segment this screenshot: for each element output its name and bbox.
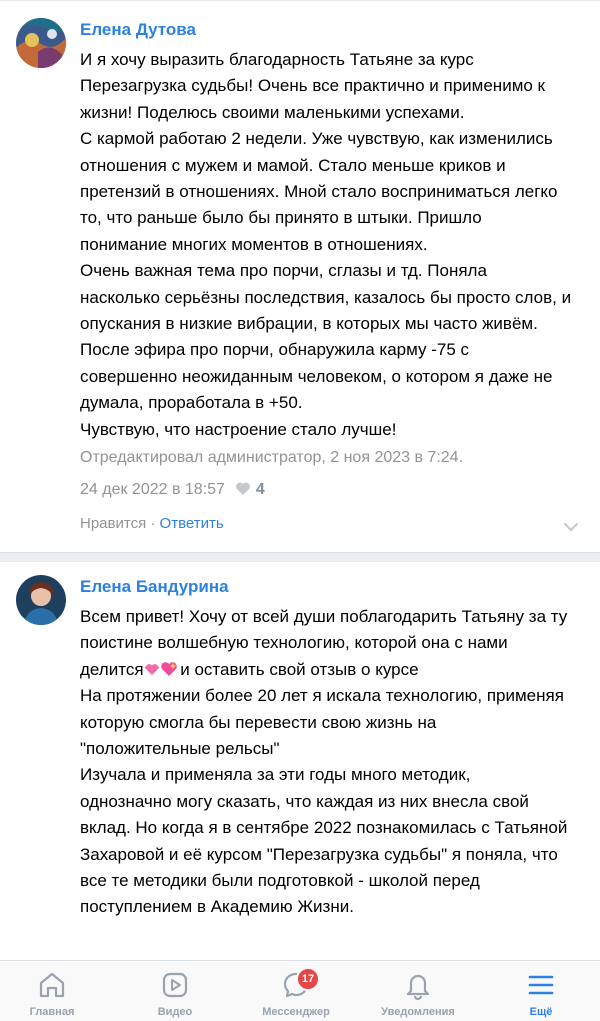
comment-separator — [0, 552, 600, 562]
text-line: понимание многих моментов в отношениях. — [80, 234, 428, 254]
text-line: совершенно неожиданным человеком, о кото… — [80, 366, 553, 386]
avatar[interactable] — [16, 575, 66, 625]
tab-more[interactable]: Ещё — [481, 961, 600, 1021]
tab-messenger[interactable]: Мессенджер — [236, 961, 356, 1021]
text-line: Захаровой и её курсом "Перезагрузка судь… — [80, 844, 558, 864]
like-count: 4 — [255, 481, 265, 498]
text-line: поистине волшебную технологию, которой о… — [80, 633, 508, 653]
reply-button[interactable]: Ответить — [160, 515, 224, 532]
text-line: вклад. Но когда я в сентябре 2022 познак… — [80, 818, 568, 838]
tab-notifications[interactable]: Уведомления — [358, 961, 478, 1021]
text-line: поступлением в Академию Жизни. — [80, 897, 354, 917]
like-button[interactable]: Нравится — [80, 515, 146, 532]
comment-author[interactable]: Елена Бандурина — [80, 577, 229, 597]
text-line: насколько серьёзны последствия, казалось… — [80, 287, 572, 307]
chevron-down-icon[interactable] — [564, 519, 578, 531]
top-divider — [0, 0, 600, 6]
text-line: Изучала и применяла за эти годы много ме… — [80, 765, 471, 785]
comment-date[interactable]: 24 дек 2022 в 18:57 — [80, 481, 225, 498]
home-icon — [0, 969, 112, 1001]
edited-note: Отредактировал администратор, 2 ноя 2023… — [80, 449, 464, 466]
text-line: Очень важная тема про порчи, сглазы и тд… — [80, 261, 487, 281]
sparkling-heart-emoji-icon — [160, 659, 177, 676]
tab-label: Видео — [157, 1006, 193, 1018]
avatar[interactable] — [16, 18, 66, 68]
tab-video[interactable]: Видео — [115, 961, 235, 1021]
text-line: думала, проработала в +50. — [80, 393, 303, 413]
text-line: С кармой работаю 2 недели. Уже чувствую,… — [80, 129, 553, 149]
comment-author[interactable]: Елена Дутова — [80, 20, 196, 40]
text-line-with-emoji: делится и оставить свой отзыв о курсе — [80, 659, 419, 679]
text-line: Чувствую, что настроение стало лучше! — [80, 419, 397, 439]
text-line: опускания в низкие вибрации, в которых м… — [80, 314, 538, 334]
text-line: отношения с мужем и мамой. Стало меньше … — [80, 155, 506, 175]
video-icon — [115, 969, 235, 1001]
text-line: то, что раньше было бы принято в штыки. … — [80, 208, 482, 228]
comment-date-row: 24 дек 2022 в 18:57 4 — [80, 481, 265, 501]
comment-actions: Нравится · Ответить — [80, 515, 224, 532]
action-separator: · — [146, 515, 160, 532]
messenger-badge: 17 — [296, 967, 320, 991]
text-line: На протяжении более 20 лет я искала техн… — [80, 686, 564, 706]
tab-label: Главная — [29, 1006, 75, 1018]
menu-icon — [481, 969, 600, 1001]
tab-label: Уведомления — [381, 1006, 455, 1018]
text-line: все те методики были подготовкой - школо… — [80, 871, 480, 891]
text-line: Всем привет! Хочу от всей души поблагода… — [80, 607, 568, 626]
bell-icon — [358, 969, 478, 1001]
text-line: претензий в отношениях. Мной стало воспр… — [80, 182, 558, 202]
text-line: И я хочу выразить благодарность Татьяне … — [80, 50, 474, 69]
tab-home[interactable]: Главная — [0, 961, 112, 1021]
tab-label: Ещё — [529, 1006, 553, 1018]
text-line: однозначно могу сказать, что каждая из н… — [80, 791, 529, 811]
text-line: жизни! Поделюсь своими маленькими успеха… — [80, 102, 465, 122]
text-line: "положительные рельсы" — [80, 739, 280, 759]
heart-ribbon-emoji-icon — [144, 659, 160, 675]
text-line: которую смогла бы перевести свою жизнь н… — [80, 712, 437, 732]
comment-text: И я хочу выразить благодарность Татьяне … — [80, 47, 585, 443]
text-line: Перезагрузка судьбы! Очень все практично… — [80, 76, 545, 96]
heart-icon[interactable] — [235, 481, 251, 501]
comment-text: Всем привет! Хочу от всей души поблагода… — [80, 604, 585, 921]
tab-label: Мессенджер — [262, 1006, 330, 1018]
text-line: После эфира про порчи, обнаружила карму … — [80, 340, 470, 360]
